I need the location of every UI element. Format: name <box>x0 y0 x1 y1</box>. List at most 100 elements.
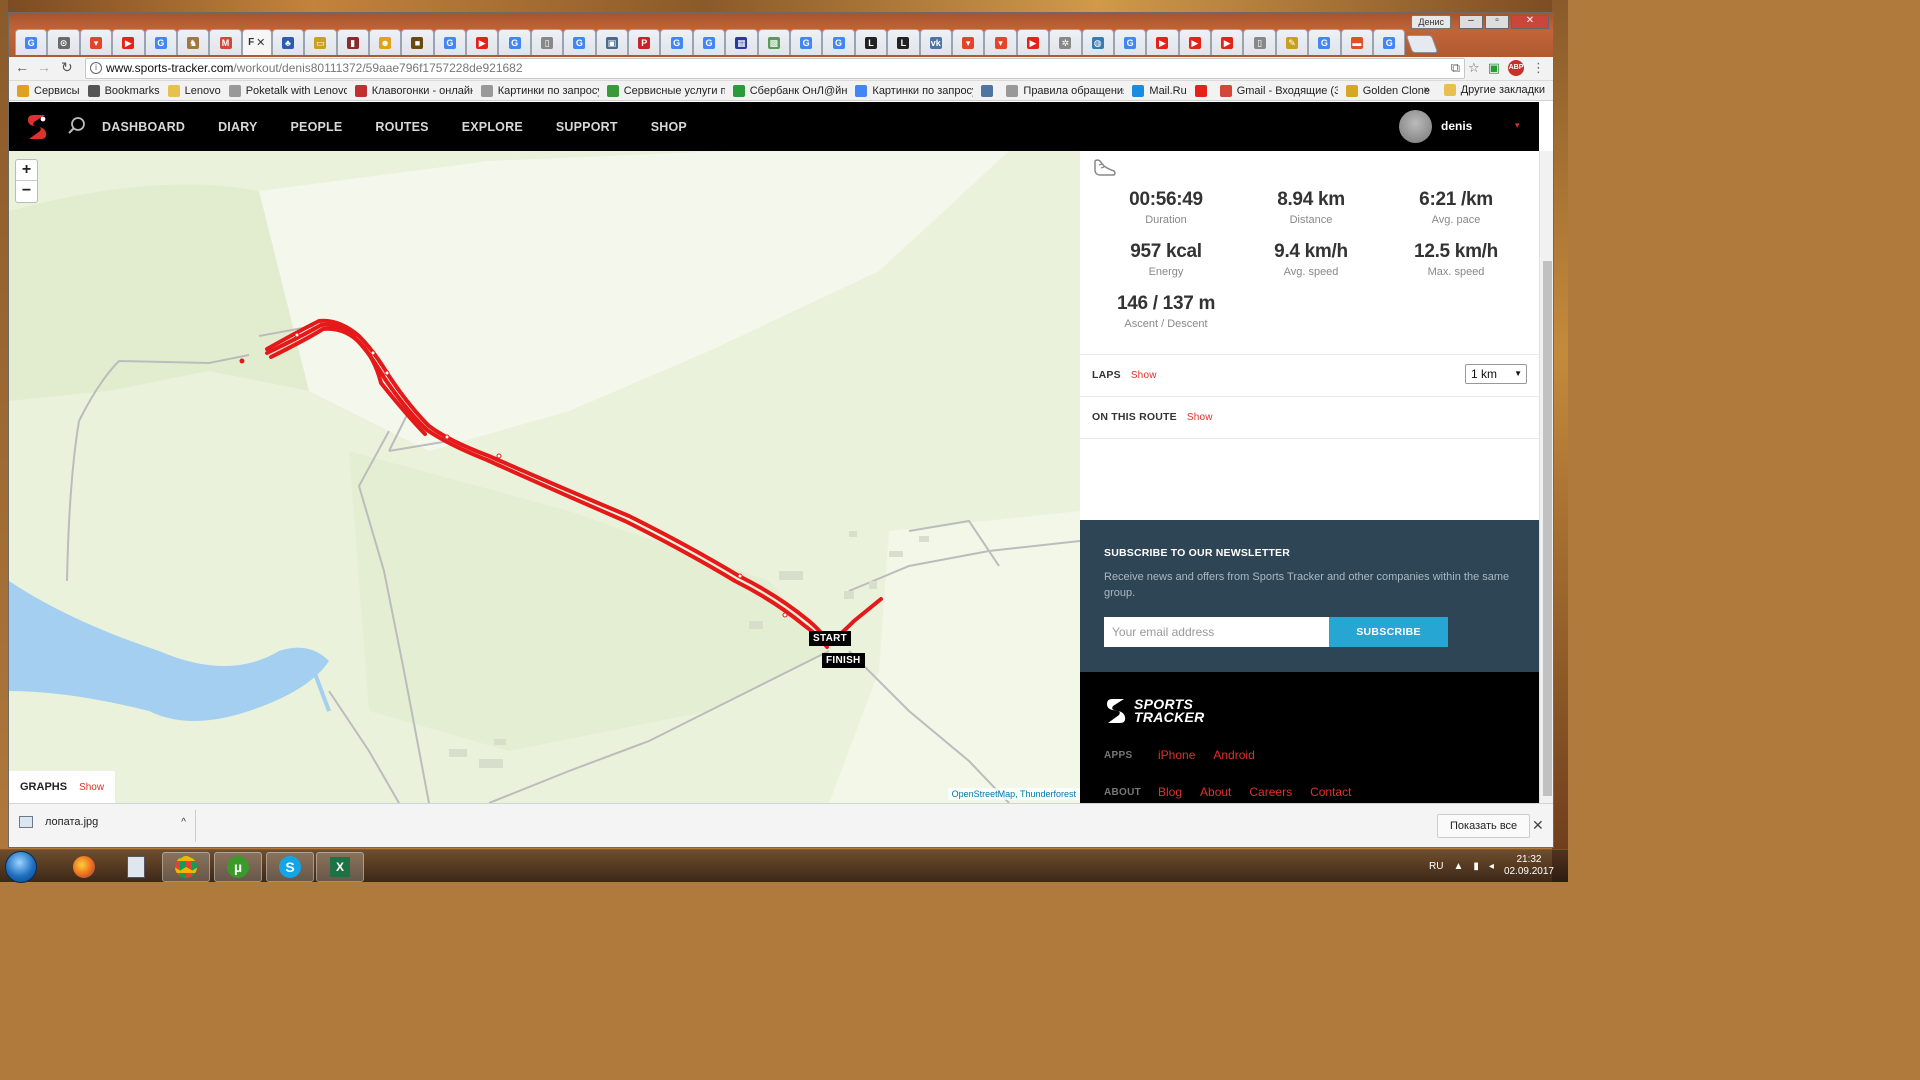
browser-tab[interactable]: ✎ <box>1275 29 1309 55</box>
close-download-bar-icon[interactable]: ✕ <box>1532 817 1544 834</box>
laps-interval-select[interactable]: 1 km ▼ <box>1465 364 1527 384</box>
footer-link-android[interactable]: Android <box>1213 748 1254 762</box>
browser-tab[interactable]: G <box>1373 29 1406 55</box>
browser-tab[interactable]: ▣ <box>595 29 629 55</box>
nav-item-people[interactable]: PEOPLE <box>291 120 343 134</box>
nav-item-routes[interactable]: ROUTES <box>375 120 428 134</box>
browser-tab[interactable]: ▩ <box>757 29 790 55</box>
chevron-down-icon[interactable]: ▾ <box>1515 120 1520 131</box>
chrome-taskbar-icon[interactable] <box>162 852 210 882</box>
browser-tab[interactable]: G <box>498 29 531 55</box>
browser-tab[interactable]: ▶ <box>1211 29 1244 55</box>
footer-link-iphone[interactable]: iPhone <box>1158 748 1195 762</box>
download-item[interactable]: лопата.jpg ^ <box>19 816 194 828</box>
browser-tab[interactable]: G <box>692 29 726 55</box>
bookmark-item[interactable] <box>1194 84 1212 97</box>
other-bookmarks[interactable]: Другие закладки <box>1443 84 1545 96</box>
browser-tab[interactable]: ♣ <box>271 29 305 55</box>
nav-item-diary[interactable]: DIARY <box>218 120 257 134</box>
network-icon[interactable]: ▮ <box>1473 861 1479 872</box>
info-icon[interactable]: i <box>90 62 102 74</box>
browser-tab[interactable]: ⊙ <box>47 29 80 55</box>
minimize-button[interactable]: – <box>1459 15 1483 29</box>
excel-taskbar-icon[interactable]: X <box>316 852 364 882</box>
close-window-button[interactable]: ✕ <box>1511 15 1549 29</box>
new-tab-button[interactable] <box>1406 35 1439 53</box>
workout-map[interactable]: + − START FINISH GRAPHS Show OpenStreetM… <box>9 151 1080 803</box>
browser-tab[interactable]: ▶ <box>466 29 499 55</box>
bookmark-item[interactable]: Lenovo <box>167 84 221 97</box>
scrollbar-thumb[interactable] <box>1543 261 1552 796</box>
browser-tab[interactable]: ▶ <box>112 29 145 55</box>
reload-icon[interactable]: ↻ <box>61 59 73 76</box>
nav-item-explore[interactable]: EXPLORE <box>462 120 523 134</box>
browser-tab[interactable]: G <box>433 29 467 55</box>
skype-taskbar-icon[interactable]: S <box>266 852 314 882</box>
extension-icon[interactable]: ▣ <box>1488 60 1500 76</box>
zoom-out-button[interactable]: − <box>16 181 37 202</box>
calculator-taskbar-icon[interactable] <box>112 852 160 882</box>
nav-item-dashboard[interactable]: DASHBOARD <box>102 120 185 134</box>
language-indicator[interactable]: RU <box>1429 861 1443 872</box>
start-marker[interactable]: START <box>809 631 852 646</box>
email-field[interactable]: Your email address <box>1104 617 1329 647</box>
route-show-link[interactable]: Show <box>1187 412 1213 423</box>
browser-tab[interactable]: ■ <box>401 29 434 55</box>
bookmark-item[interactable]: Сервисные услуги п <box>606 84 725 97</box>
bookmark-item[interactable]: Картинки по запросу <box>480 84 599 97</box>
browser-tab[interactable]: L <box>854 29 888 55</box>
browser-tab[interactable]: ◍ <box>1081 29 1114 55</box>
maximize-button[interactable]: ▫ <box>1485 15 1509 29</box>
browser-tab[interactable]: G <box>1308 29 1341 55</box>
browser-tab[interactable]: ▶ <box>1178 29 1212 55</box>
profile-chip[interactable]: Денис <box>1411 15 1451 29</box>
nav-item-support[interactable]: SUPPORT <box>556 120 618 134</box>
map-attribution[interactable]: OpenStreetMap, Thunderforest <box>947 788 1080 800</box>
browser-tab[interactable]: ▯ <box>1243 29 1276 55</box>
browser-tab[interactable]: ▾ <box>951 29 985 55</box>
chevron-up-icon[interactable]: ^ <box>181 817 186 828</box>
browser-tab[interactable]: G <box>789 29 823 55</box>
avatar[interactable] <box>1399 110 1432 143</box>
bookmark-item[interactable]: Golden Clone <box>1345 84 1430 97</box>
browser-tab[interactable]: ▦ <box>725 29 758 55</box>
browser-tab[interactable]: ▶ <box>1146 29 1179 55</box>
footer-link-careers[interactable]: Careers <box>1249 785 1292 799</box>
browser-tab[interactable]: ▭ <box>304 29 337 55</box>
bookmark-item[interactable]: Правила обращения <box>1006 84 1124 97</box>
browser-tab[interactable]: ▶ <box>1016 29 1050 55</box>
translate-icon[interactable]: ⧉ <box>1451 60 1460 76</box>
browser-tab[interactable]: ▮ <box>336 29 369 55</box>
utorrent-taskbar-icon[interactable]: µ <box>214 852 262 882</box>
menu-icon[interactable]: ⋮ <box>1532 60 1545 76</box>
user-name[interactable]: denis <box>1441 119 1472 133</box>
browser-tab[interactable]: ☻ <box>368 29 402 55</box>
bookmark-item[interactable]: Gmail - Входящие (3 <box>1219 84 1338 97</box>
bookmark-item[interactable]: Картинки по запросу <box>855 84 973 97</box>
sports-tracker-logo-icon[interactable] <box>25 113 49 141</box>
browser-tab[interactable]: ♞ <box>176 29 210 55</box>
finish-marker[interactable]: FINISH <box>822 653 865 668</box>
tray-arrow-icon[interactable]: ▲ <box>1453 861 1463 872</box>
laps-show-link[interactable]: Show <box>1131 370 1157 381</box>
tab-active[interactable]: F ✕ <box>241 29 272 55</box>
forward-icon[interactable]: → <box>37 59 51 75</box>
show-all-downloads-button[interactable]: Показать все <box>1437 814 1531 838</box>
volume-icon[interactable]: ◂ <box>1489 861 1494 872</box>
bookmark-item[interactable]: Сервисы <box>17 84 80 97</box>
search-icon[interactable] <box>67 116 87 136</box>
bookmarks-more-icon[interactable]: » <box>1424 84 1430 96</box>
graphs-show-link[interactable]: Show <box>79 782 104 793</box>
bookmark-item[interactable]: Сбербанк ОнЛ@йн <box>732 84 847 97</box>
browser-tab[interactable]: G <box>15 29 48 55</box>
back-icon[interactable]: ← <box>15 59 29 75</box>
browser-tab[interactable]: M <box>209 29 242 55</box>
browser-tab[interactable]: G <box>1113 29 1147 55</box>
bookmark-item[interactable]: Клавогонки - онлайн <box>354 84 473 97</box>
footer-link-about[interactable]: About <box>1200 785 1231 799</box>
map-canvas[interactable] <box>9 151 1080 803</box>
bookmark-item[interactable]: Mail.Ru <box>1132 84 1187 97</box>
page-scrollbar[interactable] <box>1539 151 1553 803</box>
bookmark-item[interactable]: Poketalk with Lenovo <box>228 84 347 97</box>
bookmark-item[interactable]: Bookmarks <box>87 84 160 97</box>
